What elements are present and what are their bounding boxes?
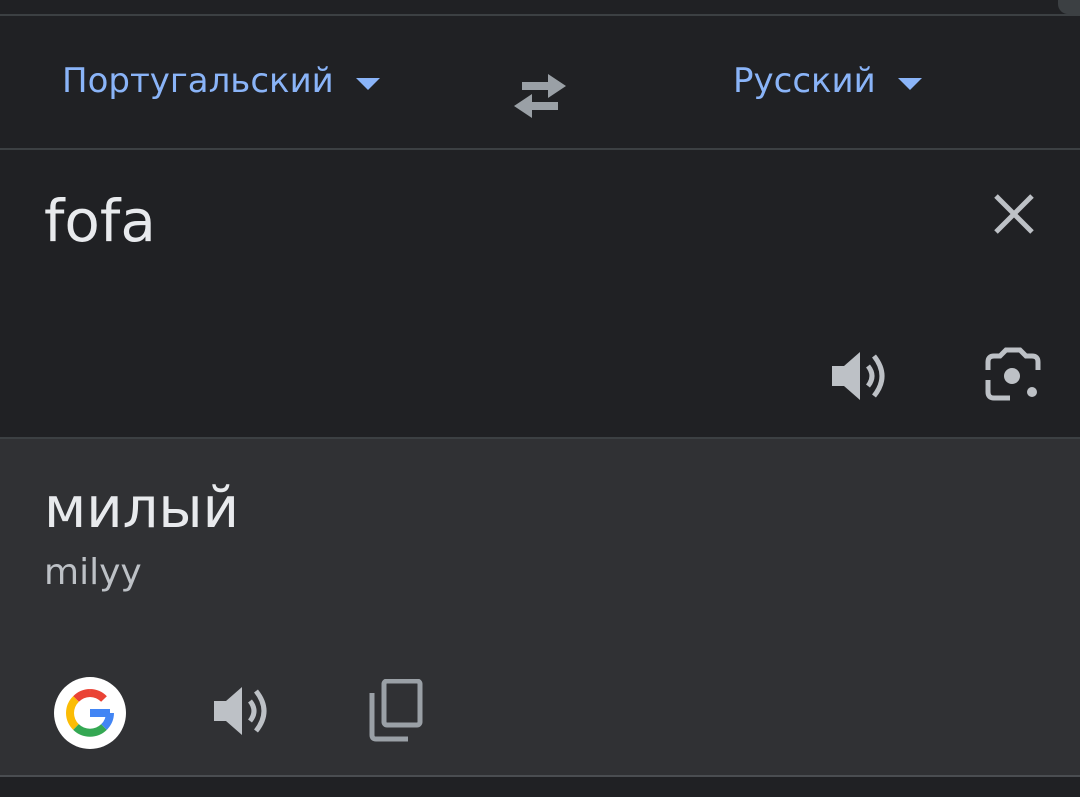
chevron-down-icon [897, 78, 922, 90]
top-strip [0, 0, 1080, 16]
speaker-icon[interactable] [830, 348, 890, 404]
source-text[interactable]: fofa [44, 186, 156, 256]
target-language-label: Русский [733, 61, 876, 101]
transliteration-text: milyy [44, 552, 142, 593]
translate-app: Португальский Русский fofa милый milyy [0, 0, 1080, 797]
language-bar: Португальский Русский [0, 16, 1080, 150]
camera-lens-icon[interactable] [982, 346, 1044, 406]
google-search-button[interactable] [54, 677, 126, 749]
target-language-selector[interactable]: Русский [733, 56, 922, 106]
bottom-strip [0, 777, 1080, 797]
google-logo-icon [66, 689, 114, 737]
speaker-icon[interactable] [212, 683, 272, 739]
chevron-down-icon [355, 78, 380, 90]
translation-output-panel: милый milyy [0, 439, 1080, 777]
copy-icon[interactable] [366, 679, 424, 743]
corner-decoration [1058, 0, 1080, 14]
source-language-label: Португальский [62, 61, 334, 101]
source-language-selector[interactable]: Португальский [62, 56, 380, 106]
swap-arrows-icon[interactable] [508, 70, 572, 122]
close-icon[interactable] [988, 188, 1040, 240]
source-input-panel[interactable]: fofa [0, 150, 1080, 439]
translation-text: милый [44, 476, 240, 541]
